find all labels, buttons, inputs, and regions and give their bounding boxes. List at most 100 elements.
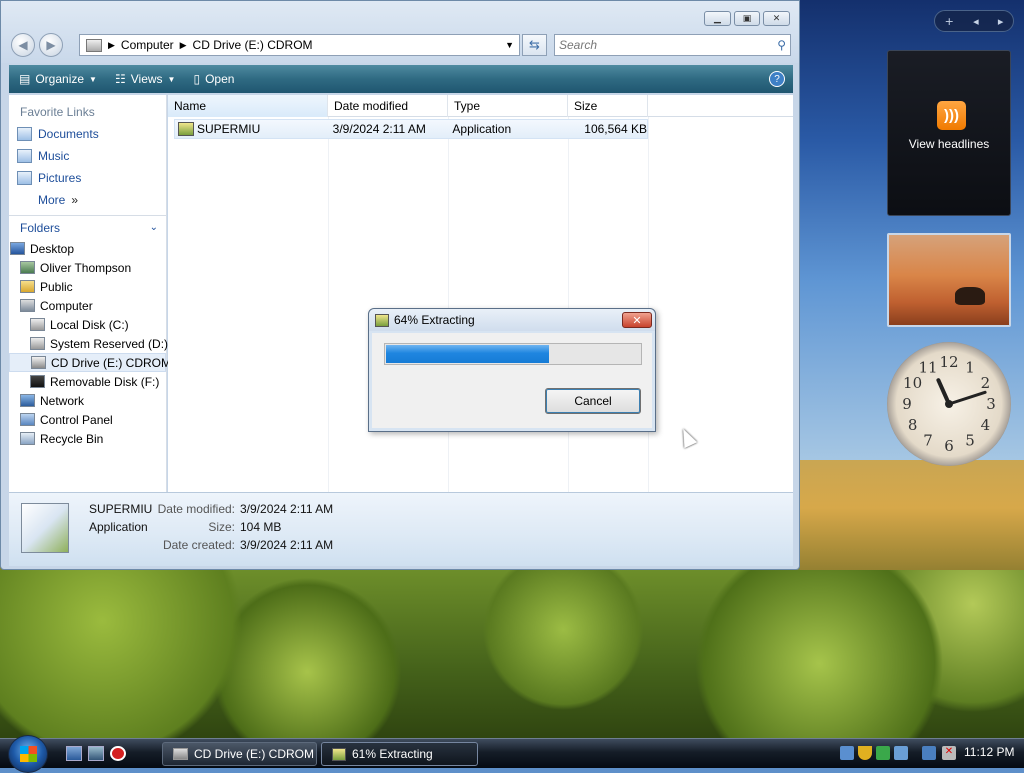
organize-button[interactable]: ▤ Organize ▼	[19, 72, 97, 86]
tree-item[interactable]: Removable Disk (F:)	[9, 372, 166, 391]
security-shield-icon[interactable]	[858, 746, 872, 760]
command-bar: ▤ Organize ▼ ☷ Views ▼ ▯ Open ?	[9, 65, 793, 93]
address-dropdown-icon[interactable]: ▼	[505, 40, 514, 50]
favorite-link[interactable]: Pictures	[9, 167, 166, 189]
tree-item[interactable]: Local Disk (C:)	[9, 315, 166, 334]
tree-item[interactable]: Recycle Bin	[9, 429, 166, 448]
tree-item[interactable]: Desktop	[9, 239, 166, 258]
favorite-link[interactable]: Music	[9, 145, 166, 167]
views-label: Views	[130, 72, 163, 86]
dialog-title: 64% Extracting	[394, 313, 475, 327]
favorite-links: Documents Music Pictures More »	[9, 123, 166, 211]
task-label: CD Drive (E:) CDROM	[194, 747, 314, 761]
favorite-link[interactable]: More »	[9, 189, 166, 211]
views-button[interactable]: ☷ Views ▼	[115, 72, 175, 86]
favorite-link[interactable]: Documents	[9, 123, 166, 145]
feed-headlines-gadget[interactable]: ))) View headlines	[887, 50, 1011, 216]
rss-label: View headlines	[908, 137, 990, 151]
add-gadget-icon[interactable]: +	[945, 15, 954, 28]
clock-gadget[interactable]: 1 2 3 4 5 6 7 8 9 10 11 12	[887, 342, 1011, 466]
tree-item-label: Public	[40, 279, 73, 294]
network-status-icon[interactable]	[922, 746, 936, 760]
tree-item[interactable]: System Reserved (D:)	[9, 334, 168, 353]
minimize-button[interactable]: ▁	[704, 11, 731, 26]
clock-center	[945, 400, 953, 408]
dialog-title-bar[interactable]: 64% Extracting	[369, 309, 655, 331]
column-type[interactable]: Type	[448, 95, 568, 117]
double-chevron-icon: »	[71, 193, 79, 207]
clock-number: 6	[944, 437, 954, 455]
switch-windows-icon[interactable]	[88, 746, 104, 761]
refresh-button[interactable]: ⇆	[522, 34, 547, 56]
tree-item[interactable]: Control Panel	[9, 410, 166, 429]
tree-item[interactable]: CD Drive (E:) CDROM	[9, 353, 171, 372]
tree-item-label: Removable Disk (F:)	[50, 374, 160, 389]
tree-item-label: Local Disk (C:)	[50, 317, 129, 332]
help-button[interactable]: ?	[769, 71, 785, 87]
next-icon[interactable]: ▸	[998, 15, 1004, 28]
maximize-icon: ▣	[742, 13, 752, 24]
breadcrumb-cd-drive[interactable]: CD Drive (E:) CDROM	[193, 38, 313, 52]
breadcrumb-chevron-icon: ▶	[179, 39, 187, 50]
previous-icon[interactable]: ◂	[973, 15, 979, 28]
cancel-button[interactable]: Cancel	[545, 388, 641, 414]
device-tray-icon[interactable]	[894, 746, 908, 760]
open-icon: ▯	[193, 72, 201, 86]
open-label: Open	[205, 72, 235, 86]
tree-item-label: Oliver Thompson	[40, 260, 132, 275]
clock-number: 3	[986, 395, 996, 413]
tree-item[interactable]: Network	[9, 391, 166, 410]
chevron-down-icon: ▼	[89, 74, 97, 84]
task-label: 61% Extracting	[352, 747, 433, 761]
column-header: Name Date modified Type Size	[168, 95, 793, 117]
column-date-modified[interactable]: Date modified	[328, 95, 448, 117]
tree-item[interactable]: Computer	[9, 296, 166, 315]
details-name: SUPERMIU	[89, 502, 153, 516]
tree-item-label: Desktop	[30, 241, 75, 256]
open-button[interactable]: ▯ Open	[193, 72, 234, 86]
network-icon	[20, 394, 35, 407]
update-tray-icon[interactable]	[876, 746, 890, 760]
column-name[interactable]: Name	[168, 95, 328, 117]
details-date-modified-label: Date modified:	[157, 502, 235, 516]
opera-icon[interactable]	[110, 746, 126, 761]
removable-disk-icon	[30, 375, 45, 388]
breadcrumb-computer[interactable]: Computer	[121, 38, 174, 52]
forward-button[interactable]: ▶	[39, 33, 63, 57]
forward-arrow-icon: ▶	[46, 38, 56, 52]
clock-number: 10	[903, 374, 922, 392]
dialog-body: Cancel	[372, 333, 652, 428]
volume-muted-icon[interactable]: ✕	[942, 746, 956, 760]
folder-tree: Desktop Oliver Thompson Public Computer Loca…	[9, 239, 171, 448]
clock-number: 9	[902, 395, 912, 413]
title-bar[interactable]: ▁ ▣ ✕ ◀ ▶ ▶ Computer ▶ CD Drive (E:) CDR…	[1, 1, 799, 63]
user-folder-icon	[20, 261, 35, 274]
search-input[interactable]: Search	[559, 38, 597, 52]
taskbar-extracting[interactable]: 61% Extracting	[321, 742, 478, 766]
show-desktop-icon[interactable]	[66, 746, 82, 761]
slideshow-gadget[interactable]	[887, 233, 1011, 327]
tree-item[interactable]: Public	[9, 277, 166, 296]
extract-dialog: 64% Extracting ✕ Cancel	[368, 308, 656, 432]
close-button[interactable]: ✕	[763, 11, 790, 26]
tree-item[interactable]: Oliver Thompson	[9, 258, 166, 277]
start-button[interactable]	[8, 735, 48, 773]
column-size[interactable]: Size	[568, 95, 648, 117]
favorite-link-label: Documents	[38, 127, 99, 141]
cd-drive-icon	[31, 356, 46, 369]
details-date-created: 3/9/2024 2:11 AM	[240, 538, 334, 552]
taskbar-clock[interactable]: 11:12 PM	[964, 745, 1014, 759]
back-button[interactable]: ◀	[11, 33, 35, 57]
folders-header[interactable]: Folders ⌄	[9, 215, 166, 239]
address-bar[interactable]: ▶ Computer ▶ CD Drive (E:) CDROM ▼	[79, 34, 520, 56]
maximize-button[interactable]: ▣	[734, 11, 760, 26]
taskbar-explorer[interactable]: CD Drive (E:) CDROM	[162, 742, 317, 766]
details-kind: Application	[89, 520, 148, 534]
file-row[interactable]: SUPERMIU 3/9/2024 2:11 AM Application 10…	[174, 119, 648, 139]
dialog-close-button[interactable]: ✕	[622, 312, 652, 328]
breadcrumb-chevron-icon: ▶	[108, 39, 115, 50]
network-tray-icon[interactable]	[840, 746, 854, 760]
clock-number: 11	[918, 359, 937, 377]
search-box[interactable]: Search ⚲	[554, 34, 791, 56]
application-icon	[178, 122, 194, 136]
